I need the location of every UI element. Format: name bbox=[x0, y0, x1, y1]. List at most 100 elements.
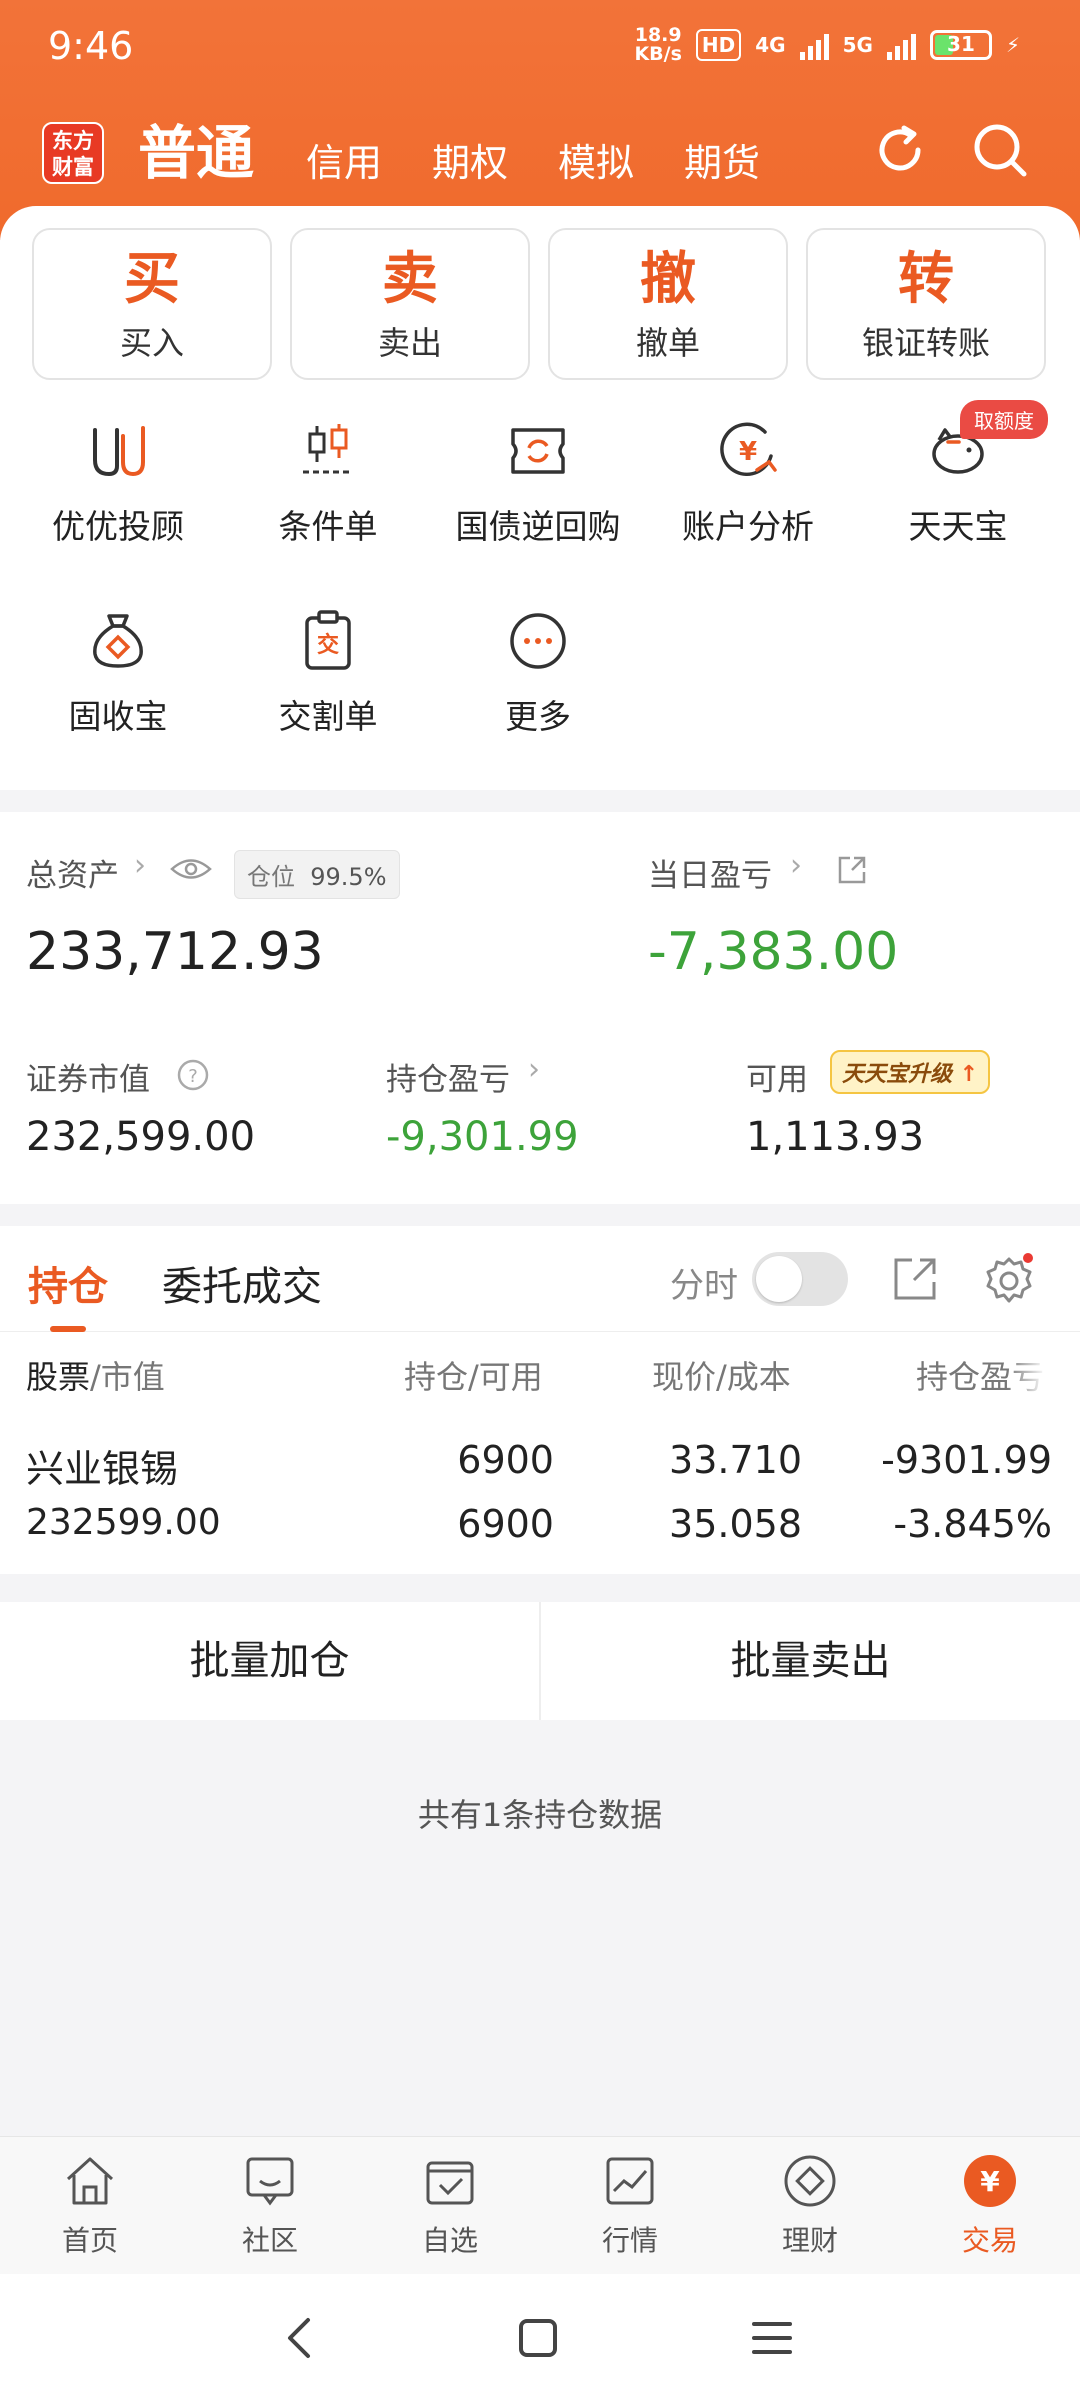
watchlist-icon bbox=[426, 2161, 474, 2205]
nav-label: 社区 bbox=[241, 2224, 298, 2257]
buy-char: 买 bbox=[124, 247, 180, 312]
eye-icon[interactable] bbox=[170, 856, 212, 882]
transfer-char: 转 bbox=[898, 247, 954, 312]
nav-wealth[interactable]: 理财 bbox=[720, 2153, 900, 2259]
search-icon[interactable] bbox=[970, 120, 1030, 180]
back-icon[interactable] bbox=[280, 2316, 320, 2360]
share-icon[interactable] bbox=[836, 854, 868, 886]
shortcut-settlement[interactable]: 交 交割单 bbox=[223, 606, 433, 738]
daily-pl-value: -7,383.00 bbox=[648, 922, 899, 982]
col-head-market-value: /市值 bbox=[90, 1358, 165, 1396]
holdings-count: 共有1条持仓数据 bbox=[417, 1796, 663, 1834]
shortcut-fixed-income[interactable]: 固收宝 bbox=[13, 606, 223, 738]
notification-dot bbox=[1023, 1253, 1033, 1263]
nav-home[interactable]: 首页 bbox=[0, 2153, 180, 2259]
col-head-hold-available: 持仓/可用 bbox=[404, 1358, 543, 1396]
col-head-stock-name: 股票 bbox=[26, 1358, 91, 1396]
nav-label: 行情 bbox=[601, 2224, 658, 2257]
nav-market[interactable]: 行情 bbox=[540, 2153, 720, 2259]
shortcut-account-analysis[interactable]: ¥ 账户分析 bbox=[643, 416, 853, 548]
shortcut-label: 账户分析 bbox=[682, 507, 814, 546]
asset-summary: 总资产 › 仓位 99.5% 233,712.93 当日盈亏 › -7,383.… bbox=[0, 812, 1080, 1204]
external-link-icon[interactable] bbox=[890, 1254, 940, 1304]
daily-pl-label[interactable]: 当日盈亏 bbox=[648, 850, 772, 895]
buy-button[interactable]: 买 买入 bbox=[32, 228, 272, 380]
tab-holdings[interactable]: 持仓 bbox=[28, 1254, 108, 1312]
money-bag-icon bbox=[93, 614, 143, 668]
cost-price: 35.058 bbox=[669, 1502, 802, 1546]
nav-trade[interactable]: ¥ 交易 bbox=[900, 2153, 1080, 2259]
nav-community[interactable]: 社区 bbox=[180, 2153, 360, 2259]
signal-icon bbox=[886, 30, 916, 60]
tab-futures[interactable]: 期货 bbox=[684, 132, 760, 187]
active-tab-indicator bbox=[50, 1326, 86, 1332]
buy-label: 买入 bbox=[119, 324, 184, 362]
nav-label: 交易 bbox=[961, 2224, 1018, 2257]
signal-icon bbox=[799, 30, 829, 60]
battery-icon: 31 bbox=[929, 30, 992, 60]
tab-normal[interactable]: 普通 bbox=[138, 106, 254, 190]
col-head-stock: 股票/市值 bbox=[26, 1352, 165, 1398]
cancel-char: 撤 bbox=[640, 247, 696, 312]
more-icon bbox=[510, 613, 566, 669]
intraday-toggle[interactable] bbox=[752, 1252, 848, 1306]
col-head-price-cost: 现价/成本 bbox=[652, 1358, 791, 1396]
shortcut-label: 国债逆回购 bbox=[455, 507, 621, 546]
charging-icon: ⚡ bbox=[1005, 33, 1020, 57]
svg-text:¥: ¥ bbox=[739, 437, 757, 467]
position-ratio-chip: 仓位 99.5% bbox=[234, 850, 400, 899]
system-nav-bar bbox=[0, 2274, 1080, 2400]
clipboard-icon: 交 bbox=[305, 610, 351, 670]
nav-watchlist[interactable]: 自选 bbox=[360, 2153, 540, 2259]
holding-pl: -9301.99 bbox=[881, 1438, 1052, 1482]
home-square-icon[interactable] bbox=[516, 2316, 560, 2360]
market-icon bbox=[606, 2157, 654, 2205]
market-value-label: 证券市值 bbox=[26, 1062, 150, 1098]
chevron-right-icon[interactable]: › bbox=[528, 1052, 540, 1087]
holding-pl-label[interactable]: 持仓盈亏 bbox=[386, 1054, 510, 1099]
trade-icon-char: ¥ bbox=[980, 2165, 1000, 2198]
bank-transfer-button[interactable]: 转 银证转账 bbox=[806, 228, 1046, 380]
refresh-icon[interactable] bbox=[870, 120, 930, 180]
batch-sell-button[interactable]: 批量卖出 bbox=[541, 1602, 1080, 1720]
arrow-up-icon: ↑ bbox=[952, 1062, 979, 1087]
shortcut-label: 天天宝 bbox=[908, 507, 1008, 546]
tiantianbao-upgrade-chip[interactable]: 天天宝升级 ↑ bbox=[830, 1050, 991, 1094]
tab-orders-trades[interactable]: 委托成交 bbox=[162, 1254, 322, 1312]
holding-pl-value: -9,301.99 bbox=[386, 1114, 579, 1160]
tab-credit[interactable]: 信用 bbox=[306, 132, 382, 187]
shortcut-uu-advisor[interactable]: 优优投顾 bbox=[13, 416, 223, 548]
total-assets-value: 233,712.93 bbox=[26, 922, 324, 982]
candlestick-icon bbox=[303, 424, 353, 474]
batch-action-bar: 批量加仓 批量卖出 bbox=[0, 1602, 1080, 1720]
chevron-right-icon[interactable]: › bbox=[790, 848, 802, 883]
net-speed-unit: KB/s bbox=[634, 43, 682, 65]
cancel-order-button[interactable]: 撤 撤单 bbox=[548, 228, 788, 380]
quota-badge[interactable]: 取额度 bbox=[960, 400, 1048, 439]
sell-button[interactable]: 卖 卖出 bbox=[290, 228, 530, 380]
shortcut-more[interactable]: 更多 bbox=[433, 606, 643, 738]
available-quantity: 6900 bbox=[457, 1502, 554, 1546]
current-price: 33.710 bbox=[669, 1438, 802, 1482]
market-value: 232,599.00 bbox=[26, 1114, 256, 1160]
shortcut-conditional-order[interactable]: 条件单 bbox=[223, 416, 433, 548]
wealth-icon bbox=[784, 2155, 836, 2207]
bond-repo-icon bbox=[511, 428, 565, 474]
batch-add-button[interactable]: 批量加仓 bbox=[0, 1602, 539, 1720]
bottom-nav: 首页 社区 自选 行情 理财 ¥ 交易 bbox=[0, 2136, 1080, 2274]
transfer-label: 银证转账 bbox=[861, 324, 990, 362]
intraday-toggle-label: 分时 bbox=[670, 1266, 738, 1306]
shortcut-label: 优优投顾 bbox=[52, 507, 184, 546]
available-value: 1,113.93 bbox=[746, 1114, 925, 1160]
status-bar: 9:46 18.9 KB/s HD 4G 5G 31 ⚡ bbox=[0, 0, 1080, 92]
total-assets-label[interactable]: 总资产 bbox=[26, 850, 119, 895]
shortcut-bond-repo[interactable]: 国债逆回购 bbox=[433, 416, 643, 548]
tab-simulation[interactable]: 模拟 bbox=[558, 132, 634, 187]
settings-icon[interactable] bbox=[982, 1252, 1036, 1306]
shortcut-label: 条件单 bbox=[278, 507, 378, 546]
menu-icon[interactable] bbox=[750, 2316, 794, 2360]
tab-options[interactable]: 期权 bbox=[432, 132, 508, 187]
stock-name: 兴业银锡 bbox=[26, 1447, 179, 1491]
chevron-right-icon[interactable]: › bbox=[134, 848, 146, 883]
help-icon[interactable]: ? bbox=[176, 1058, 210, 1092]
